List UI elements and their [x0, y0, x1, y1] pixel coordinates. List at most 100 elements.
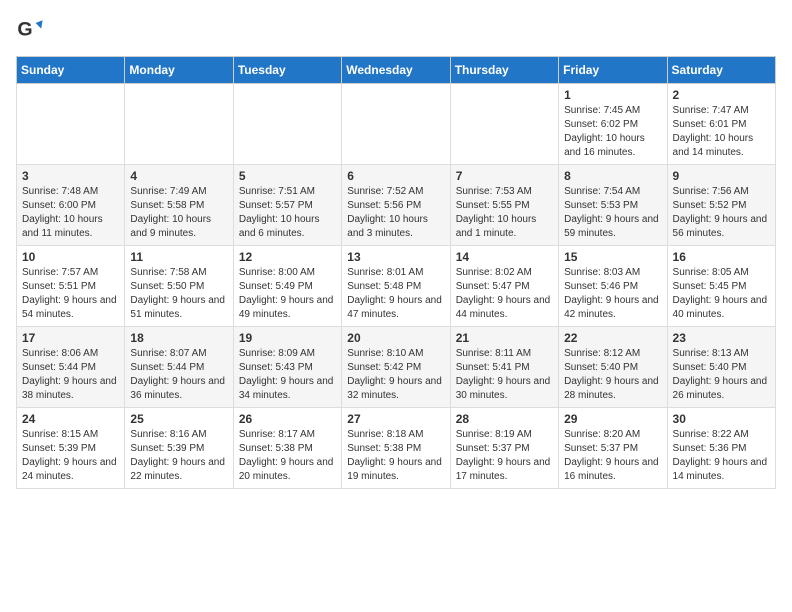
day-info: Sunrise: 7:51 AMSunset: 5:57 PMDaylight:…	[239, 185, 336, 241]
calendar-table: SundayMondayTuesdayWednesdayThursdayFrid…	[16, 56, 776, 489]
calendar-cell: 22 Sunrise: 8:12 AMSunset: 5:40 PMDayligh…	[559, 327, 667, 408]
day-info: Sunrise: 7:45 AMSunset: 6:02 PMDaylight:…	[564, 104, 661, 160]
calendar-cell: 27 Sunrise: 8:18 AMSunset: 5:38 PMDayligh…	[342, 408, 450, 489]
day-number: 7	[456, 169, 553, 183]
calendar-cell: 9 Sunrise: 7:56 AMSunset: 5:52 PMDaylight…	[667, 165, 775, 246]
day-number: 8	[564, 169, 661, 183]
calendar-cell: 24 Sunrise: 8:15 AMSunset: 5:39 PMDayligh…	[17, 408, 125, 489]
calendar-cell: 2 Sunrise: 7:47 AMSunset: 6:01 PMDaylight…	[667, 84, 775, 165]
day-number: 30	[673, 412, 770, 426]
day-info: Sunrise: 8:17 AMSunset: 5:38 PMDaylight:…	[239, 428, 336, 484]
dow-header-friday: Friday	[559, 57, 667, 84]
svg-text:G: G	[17, 19, 32, 41]
calendar-cell: 29Sunrise: 8:20 AMSunset: 5:37 PMDayligh…	[559, 408, 667, 489]
day-number: 3	[22, 169, 119, 183]
calendar-cell: 26 Sunrise: 8:17 AMSunset: 5:38 PMDayligh…	[233, 408, 341, 489]
calendar-cell: 6Sunrise: 7:52 AMSunset: 5:56 PMDaylight…	[342, 165, 450, 246]
calendar-cell: 7 Sunrise: 7:53 AMSunset: 5:55 PMDaylight…	[450, 165, 558, 246]
day-number: 26	[239, 412, 336, 426]
calendar-cell: 20 Sunrise: 8:10 AMSunset: 5:42 PMDayligh…	[342, 327, 450, 408]
calendar-cell	[450, 84, 558, 165]
day-info: Sunrise: 7:58 AMSunset: 5:50 PMDaylight:…	[130, 266, 227, 322]
day-info: Sunrise: 8:02 AMSunset: 5:47 PMDaylight:…	[456, 266, 553, 322]
day-info: Sunrise: 8:07 AMSunset: 5:44 PMDaylight:…	[130, 347, 227, 403]
day-info: Sunrise: 7:53 AMSunset: 5:55 PMDaylight:…	[456, 185, 553, 241]
calendar-cell: 4 Sunrise: 7:49 AMSunset: 5:58 PMDaylight…	[125, 165, 233, 246]
day-number: 19	[239, 331, 336, 345]
calendar-cell	[125, 84, 233, 165]
dow-header-saturday: Saturday	[667, 57, 775, 84]
calendar-cell	[233, 84, 341, 165]
day-info: Sunrise: 8:22 AMSunset: 5:36 PMDaylight:…	[673, 428, 770, 484]
day-info: Sunrise: 8:11 AMSunset: 5:41 PMDaylight:…	[456, 347, 553, 403]
day-number: 14	[456, 250, 553, 264]
day-info: Sunrise: 8:10 AMSunset: 5:42 PMDaylight:…	[347, 347, 444, 403]
day-info: Sunrise: 8:16 AMSunset: 5:39 PMDaylight:…	[130, 428, 227, 484]
day-number: 17	[22, 331, 119, 345]
day-info: Sunrise: 8:09 AMSunset: 5:43 PMDaylight:…	[239, 347, 336, 403]
calendar-cell: 10 Sunrise: 7:57 AMSunset: 5:51 PMDayligh…	[17, 246, 125, 327]
day-number: 20	[347, 331, 444, 345]
day-number: 12	[239, 250, 336, 264]
day-number: 9	[673, 169, 770, 183]
day-number: 11	[130, 250, 227, 264]
dow-header-tuesday: Tuesday	[233, 57, 341, 84]
day-info: Sunrise: 7:54 AMSunset: 5:53 PMDaylight:…	[564, 185, 661, 241]
day-info: Sunrise: 8:06 AMSunset: 5:44 PMDaylight:…	[22, 347, 119, 403]
calendar-cell: 14 Sunrise: 8:02 AMSunset: 5:47 PMDayligh…	[450, 246, 558, 327]
calendar-cell: 28 Sunrise: 8:19 AMSunset: 5:37 PMDayligh…	[450, 408, 558, 489]
day-info: Sunrise: 7:57 AMSunset: 5:51 PMDaylight:…	[22, 266, 119, 322]
calendar-cell: 16Sunrise: 8:05 AMSunset: 5:45 PMDayligh…	[667, 246, 775, 327]
day-number: 2	[673, 88, 770, 102]
calendar-cell: 17 Sunrise: 8:06 AMSunset: 5:44 PMDayligh…	[17, 327, 125, 408]
day-info: Sunrise: 8:15 AMSunset: 5:39 PMDaylight:…	[22, 428, 119, 484]
day-info: Sunrise: 7:48 AMSunset: 6:00 PMDaylight:…	[22, 185, 119, 241]
calendar-cell: 18 Sunrise: 8:07 AMSunset: 5:44 PMDayligh…	[125, 327, 233, 408]
calendar-cell: 12 Sunrise: 8:00 AMSunset: 5:49 PMDayligh…	[233, 246, 341, 327]
day-number: 23	[673, 331, 770, 345]
day-info: Sunrise: 8:19 AMSunset: 5:37 PMDaylight:…	[456, 428, 553, 484]
day-info: Sunrise: 8:01 AMSunset: 5:48 PMDaylight:…	[347, 266, 444, 322]
calendar-cell	[342, 84, 450, 165]
day-info: Sunrise: 8:03 AMSunset: 5:46 PMDaylight:…	[564, 266, 661, 322]
day-info: Sunrise: 7:49 AMSunset: 5:58 PMDaylight:…	[130, 185, 227, 241]
day-number: 22	[564, 331, 661, 345]
day-info: Sunrise: 8:00 AMSunset: 5:49 PMDaylight:…	[239, 266, 336, 322]
day-number: 28	[456, 412, 553, 426]
day-info: Sunrise: 7:47 AMSunset: 6:01 PMDaylight:…	[673, 104, 770, 160]
day-number: 18	[130, 331, 227, 345]
day-number: 6	[347, 169, 444, 183]
day-number: 4	[130, 169, 227, 183]
header: G	[16, 16, 776, 44]
logo-icon: G	[16, 16, 44, 44]
day-number: 13	[347, 250, 444, 264]
calendar-cell: 30 Sunrise: 8:22 AMSunset: 5:36 PMDayligh…	[667, 408, 775, 489]
day-number: 1	[564, 88, 661, 102]
day-number: 21	[456, 331, 553, 345]
day-info: Sunrise: 8:12 AMSunset: 5:40 PMDaylight:…	[564, 347, 661, 403]
calendar-cell: 11 Sunrise: 7:58 AMSunset: 5:50 PMDayligh…	[125, 246, 233, 327]
calendar-cell: 8 Sunrise: 7:54 AMSunset: 5:53 PMDaylight…	[559, 165, 667, 246]
calendar-cell: 21 Sunrise: 8:11 AMSunset: 5:41 PMDayligh…	[450, 327, 558, 408]
day-number: 15	[564, 250, 661, 264]
calendar-cell: 25 Sunrise: 8:16 AMSunset: 5:39 PMDayligh…	[125, 408, 233, 489]
dow-header-sunday: Sunday	[17, 57, 125, 84]
calendar-cell	[17, 84, 125, 165]
day-info: Sunrise: 8:18 AMSunset: 5:38 PMDaylight:…	[347, 428, 444, 484]
dow-header-thursday: Thursday	[450, 57, 558, 84]
calendar-cell: 19 Sunrise: 8:09 AMSunset: 5:43 PMDayligh…	[233, 327, 341, 408]
calendar-cell: 3 Sunrise: 7:48 AMSunset: 6:00 PMDaylight…	[17, 165, 125, 246]
dow-header-monday: Monday	[125, 57, 233, 84]
day-number: 24	[22, 412, 119, 426]
logo: G	[16, 16, 48, 44]
day-info: Sunrise: 8:13 AMSunset: 5:40 PMDaylight:…	[673, 347, 770, 403]
day-number: 10	[22, 250, 119, 264]
day-number: 25	[130, 412, 227, 426]
day-number: 16	[673, 250, 770, 264]
dow-header-wednesday: Wednesday	[342, 57, 450, 84]
day-info: Sunrise: 8:20 AMSunset: 5:37 PMDaylight:…	[564, 428, 661, 484]
day-number: 27	[347, 412, 444, 426]
calendar-cell: 13 Sunrise: 8:01 AMSunset: 5:48 PMDayligh…	[342, 246, 450, 327]
day-info: Sunrise: 7:56 AMSunset: 5:52 PMDaylight:…	[673, 185, 770, 241]
day-number: 5	[239, 169, 336, 183]
